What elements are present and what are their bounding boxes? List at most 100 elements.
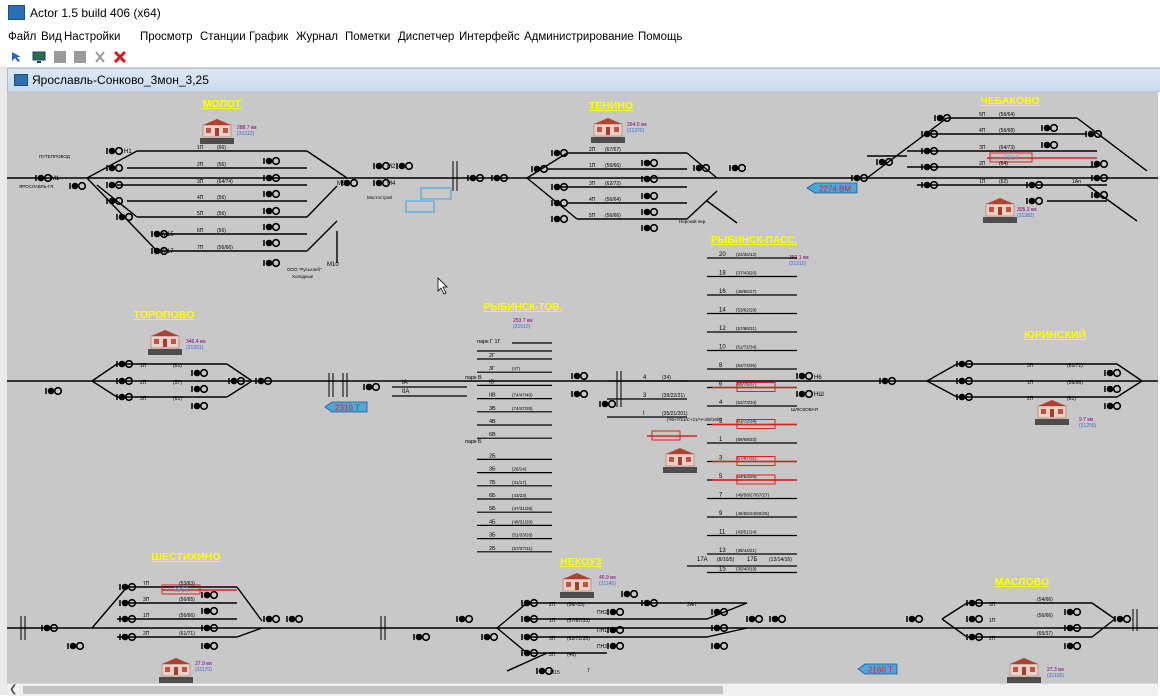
track-count: (48/31/26) — [512, 519, 533, 524]
train-marker-2310[interactable]: 2310 Т — [324, 401, 368, 413]
document-tab-title: Ярославль-Сонково_3мон_3,25 — [32, 73, 209, 87]
track-label: 7П — [143, 581, 150, 587]
square-icon[interactable] — [73, 50, 87, 64]
menu-view[interactable]: Вид — [41, 31, 62, 43]
track-count: (49/56/27) — [736, 289, 757, 294]
track-label: 9 — [719, 511, 723, 517]
station-building-icon — [590, 117, 626, 144]
track-label: 16 — [719, 289, 726, 295]
menu-preview[interactable]: Просмотр — [140, 31, 193, 43]
track-count: (47/31/26) — [512, 506, 533, 511]
track-label: 3П — [1027, 363, 1034, 369]
monitor-icon[interactable] — [32, 50, 46, 64]
track-label: 3П — [143, 597, 150, 603]
train-marker-2274[interactable]: 2274 ВМ — [806, 182, 858, 194]
track-label: 6Б — [489, 493, 496, 499]
track-count: (62/72) — [605, 181, 621, 187]
station-name-yurinsky[interactable]: ЮРИНСКИЙ — [1024, 328, 1086, 341]
station-name-maslovo[interactable]: МАСЛОВО — [995, 576, 1049, 588]
scroll-left-arrow-icon[interactable]: ❮ — [9, 684, 17, 695]
track-count: (67/37/31) — [512, 546, 533, 551]
track-label: 1П — [1027, 380, 1034, 386]
track-label: 5П — [197, 211, 204, 217]
track-count: (46/55/24/50/25) — [736, 511, 770, 516]
select-tool-icon[interactable] — [10, 50, 24, 64]
track-count: (57) — [173, 380, 182, 386]
track-label: 1П — [143, 613, 150, 619]
track-label: 2П — [549, 602, 556, 608]
track-count: (56/66) — [1067, 380, 1083, 386]
station-name-rybinsk-tov[interactable]: РЫБИНСК-ТОВ. — [484, 302, 563, 313]
menu-settings[interactable]: Настройки — [64, 31, 120, 43]
track-count: (53/63) — [179, 581, 195, 587]
track-count: (64) — [999, 161, 1008, 167]
menu-interface[interactable]: Интерфейс — [459, 31, 520, 43]
track-count: (31/17) — [512, 480, 527, 485]
track-label: 3Г — [489, 366, 495, 372]
train-number[interactable]: 2952 — [173, 587, 189, 594]
maslovo-code: (31106) — [1047, 673, 1064, 679]
molot-m15: М15 — [162, 232, 174, 238]
tenino-track-labels: 2П 1П 3П 4П 5П (67/67) (56/66) (62/72) (… — [589, 147, 621, 219]
rybinsk-note: (Ч6+7/21/С+21/Ч+4/8/16/8) — [667, 417, 723, 422]
track-label: 5П — [549, 652, 556, 658]
track-label: 13 — [719, 548, 726, 554]
menu-stations[interactable]: Станции — [200, 31, 246, 43]
horizontal-scrollbar[interactable]: ❮ — [7, 683, 1158, 696]
track-label: 3 — [643, 393, 647, 399]
station-scheme-canvas[interactable]: МОЛОТ 288.7 км (31312) ПУТЕПРОВОД ЯРОСЛА… — [7, 91, 1158, 683]
track-count: (35/21/201) — [662, 411, 688, 417]
close-icon[interactable] — [113, 50, 127, 64]
track-label: 3П — [197, 179, 204, 185]
menu-dispatcher[interactable]: Диспетчер — [398, 31, 454, 43]
rybinsk-pass-tracks: 20 (22/26/12)18 (37/43/20)16 (49/56/27)14 (5… — [707, 252, 797, 574]
menu-journal[interactable]: Журнал — [296, 31, 338, 43]
rybinsk-tov-tracks: 2Г 3Г (47) IВ IIВ (74/47/40) 3В (74/47/28) 4В 6В 2… — [477, 353, 552, 553]
left-edge — [0, 68, 7, 695]
scissors-icon[interactable] — [93, 50, 107, 64]
menu-marks[interactable]: Пометки — [345, 31, 390, 43]
track-count: (56/66) — [1037, 613, 1053, 619]
document-tab[interactable]: Ярославль-Сонково_3мон_3,25 — [7, 68, 1160, 92]
track-label: 1 — [719, 437, 723, 443]
track-label: I — [643, 411, 645, 417]
park-v-label: парк В — [465, 375, 482, 381]
ph-label: ПН2 — [597, 610, 607, 616]
square-icon[interactable] — [53, 50, 67, 64]
molot-ooo-label: ООО "Русьхлеб" — [287, 267, 322, 272]
station-name-tenino[interactable]: ТЕНИНО — [589, 100, 633, 112]
station-name-shestikhino[interactable]: ШЕСТИХИНО — [151, 551, 220, 563]
track-count: (62/72/35) — [567, 636, 590, 642]
yurinsky-code: (31200) — [1079, 423, 1097, 429]
rybinsk-n6: Н6 — [814, 375, 822, 381]
track-label: 2Г — [489, 353, 495, 359]
train-marker-2160[interactable]: 2160 Т — [857, 663, 898, 675]
station-name-rybinsk-pass[interactable]: РЫБИНСК-ПАСС. — [711, 235, 797, 246]
track-label: 3П — [549, 636, 556, 642]
track-count: (22/26/12) — [736, 252, 757, 257]
park-g-label: парк Г 1Г — [477, 339, 501, 345]
menu-graph[interactable]: График — [249, 31, 288, 43]
track-count: (51/33/28) — [512, 533, 533, 538]
station-building-icon — [1034, 399, 1070, 426]
station-name-molot[interactable]: МОЛОТ — [203, 98, 242, 110]
track-label: 1П — [989, 618, 996, 624]
menu-file[interactable]: Файл — [8, 31, 36, 43]
track-label: 2П — [989, 636, 996, 642]
station-name-toropovo[interactable]: ТОРОПОВО — [134, 309, 195, 321]
window-title: Actor 1.5 build 406 (x64) — [30, 6, 161, 20]
track-count: (12/14/16) — [769, 557, 792, 563]
station-name-chebakovo[interactable]: ЧЕБАКОВО — [980, 95, 1039, 107]
track-label: 2П — [140, 380, 147, 386]
station-building-icon — [147, 329, 183, 356]
station-name-nekouz[interactable]: НЕКОУЗ — [560, 556, 602, 568]
menu-administration[interactable]: Администрирование — [524, 31, 634, 43]
track-label: 3Б — [489, 533, 496, 539]
track-count: (66) — [217, 145, 226, 151]
track-label: 2Б — [489, 453, 496, 459]
track-label: 2П — [143, 631, 150, 637]
track-label: 20 — [719, 252, 726, 258]
molot-m4: М4 — [387, 181, 396, 187]
menu-help[interactable]: Помощь — [638, 31, 682, 43]
scroll-thumb[interactable] — [23, 686, 723, 694]
